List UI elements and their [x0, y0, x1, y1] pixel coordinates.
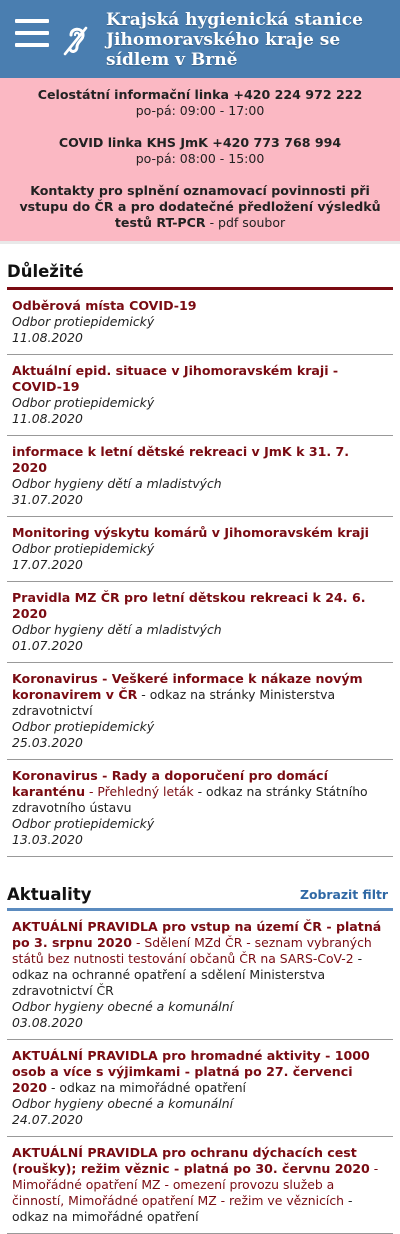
contact-box: Celostátní informační linka +420 224 972… [0, 78, 400, 244]
show-filter-link[interactable]: Zobrazit filtr [300, 887, 388, 902]
list-item: Monitoring výskytu komárů v Jihomoravské… [7, 517, 393, 582]
item-title-link[interactable]: Aktuální epid. situace v Jihomoravském k… [12, 363, 338, 394]
item-department: Odbor protiepidemický [12, 395, 155, 410]
aktuality-section: Aktuality Zobrazit filtr AKTUÁLNÍ PRAVID… [0, 857, 400, 1234]
aktuality-heading: Aktuality [7, 885, 92, 904]
site-header: Krajská hygienická stanice Jihomoravskéh… [0, 0, 400, 78]
item-date: 01.07.2020 [12, 638, 83, 653]
list-item: AKTUÁLNÍ PRAVIDLA pro vstup na území ČR … [7, 911, 393, 1040]
dulezite-heading: Důležité [7, 262, 84, 281]
item-title-link[interactable]: AKTUÁLNÍ PRAVIDLA pro ochranu dýchacích … [12, 1145, 370, 1176]
item-title-link[interactable]: Pravidla MZ ČR pro letní dětskou rekreac… [12, 590, 366, 621]
list-item: Odběrová místa COVID-19 Odbor protiepidem… [7, 290, 393, 355]
list-item: Koronavirus - Veškeré informace k nákaze… [7, 663, 393, 760]
item-title-link[interactable]: Odběrová místa COVID-19 [12, 298, 197, 313]
site-title[interactable]: Krajská hygienická stanice Jihomoravskéh… [106, 10, 392, 70]
item-description: - odkaz na mimořádné opatření [47, 1080, 247, 1095]
item-department: Odbor protiepidemický [12, 314, 155, 329]
list-item: Pravidla MZ ČR pro letní dětskou rekreac… [7, 582, 393, 663]
item-department: Odbor hygieny dětí a mladistvých [12, 476, 222, 491]
item-department: Odbor hygieny dětí a mladistvých [12, 622, 222, 637]
dulezite-section: Důležité Odběrová místa COVID-19 Odbor pr… [0, 244, 400, 857]
item-secondary-link[interactable]: - Přehledný leták [85, 784, 194, 799]
covid-line: COVID linka KHS JmK +420 773 768 994 [58, 135, 342, 150]
item-date: 03.08.2020 [12, 1015, 83, 1030]
item-date: 11.08.2020 [12, 330, 83, 345]
item-date: 13.03.2020 [12, 832, 83, 847]
list-item: AKTUÁLNÍ PRAVIDLA pro ochranu dýchacích … [7, 1137, 393, 1234]
item-title-link[interactable]: Monitoring výskytu komárů v Jihomoravské… [12, 525, 369, 540]
list-item: Koronavirus - Rady a doporučení pro domá… [7, 760, 393, 857]
item-date: 25.03.2020 [12, 735, 83, 750]
item-department: Odbor protiepidemický [12, 541, 155, 556]
item-department: Odbor hygieny obecné a komunální [12, 1096, 234, 1111]
notice-suffix: - pdf soubor [209, 215, 286, 230]
item-date: 17.07.2020 [12, 557, 83, 572]
list-item: Aktuální epid. situace v Jihomoravském k… [7, 355, 393, 436]
info-line-hours: po-pá: 09:00 - 17:00 [135, 103, 265, 118]
menu-icon[interactable] [15, 19, 49, 49]
covid-line-hours: po-pá: 08:00 - 15:00 [135, 151, 265, 166]
info-line: Celostátní informační linka +420 224 972… [37, 87, 363, 102]
item-date: 31.07.2020 [12, 492, 83, 507]
item-title-link[interactable]: informace k letní dětské rekreaci v JmK … [12, 444, 349, 475]
notice-link[interactable]: Kontakty pro splnění oznamovací povinnos… [19, 183, 380, 230]
item-department: Odbor protiepidemický [12, 719, 155, 734]
list-item: AKTUÁLNÍ PRAVIDLA pro hromadné aktivity … [7, 1040, 393, 1137]
hearing-impaired-icon[interactable] [62, 22, 88, 56]
item-date: 11.08.2020 [12, 411, 83, 426]
item-department: Odbor hygieny obecné a komunální [12, 999, 234, 1014]
list-item: informace k letní dětské rekreaci v JmK … [7, 436, 393, 517]
item-department: Odbor protiepidemický [12, 816, 155, 831]
item-date: 24.07.2020 [12, 1112, 83, 1127]
